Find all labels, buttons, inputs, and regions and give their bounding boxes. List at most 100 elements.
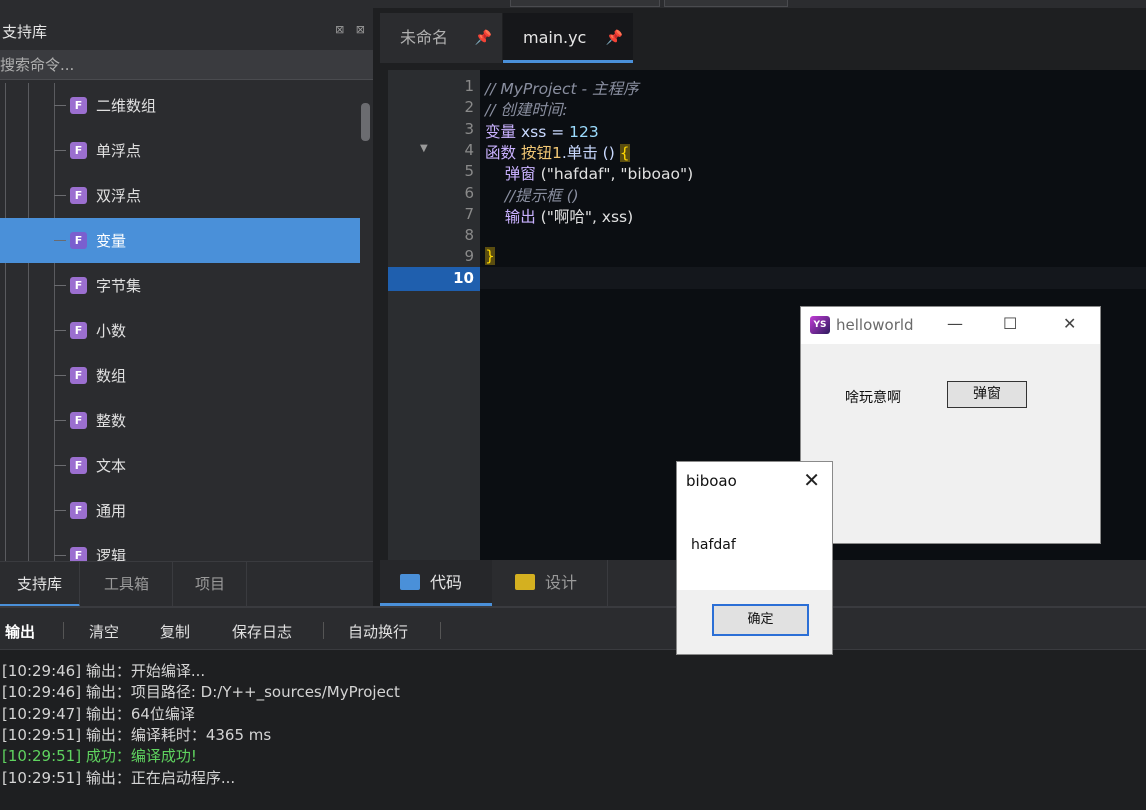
toolbar-separator [63,622,64,639]
library-tree: F 二维数组 F 单浮点 F 双浮点 F 变量 F 字节集 F 小数 F 数组 F 整数 F 文本 F 通用 F 逻辑 [0,83,360,563]
tab-project[interactable]: 项目 [174,562,247,607]
panel-dock-close-icon[interactable]: ⊠ ⊠ [335,23,369,36]
close-icon[interactable]: ✕ [1063,314,1076,333]
code-keyword: 输出 [485,207,536,226]
app-logo-icon: YS [810,316,830,334]
tree-item[interactable]: F 单浮点 [0,128,360,173]
popup-button[interactable]: 弹窗 [947,381,1027,408]
output-toolbar: 输出 清空 复制 保存日志 自动换行 [0,608,1146,650]
toolbar-separator [440,622,441,639]
tree-branch-line [54,555,66,556]
tree-branch-line [54,375,66,376]
helloworld-window: YS helloworld — ☐ ✕ 啥玩意啊 弹窗 [800,306,1101,544]
tree-branch-line [54,420,66,421]
tree-item-label: 二维数组 [96,97,157,115]
tree-branch-line [54,510,66,511]
code-string: ("啊哈", xss) [535,207,634,226]
tab-label: main.yc [523,28,587,47]
tab-main-yc[interactable]: main.yc 📌 [503,13,633,63]
tree-scrollbar[interactable] [361,103,370,141]
panel-header: 支持库 ⊠ ⊠ [0,8,373,50]
design-icon [515,574,535,590]
tree-item[interactable]: F 整数 [0,398,360,443]
maximize-icon[interactable]: ☐ [1003,314,1017,333]
tree-item-label: 小数 [96,322,127,340]
code-comment: //提示框 () [485,186,579,205]
current-line-highlight [480,267,1146,289]
window-titlebar[interactable]: YS helloworld — ☐ ✕ [801,307,1100,344]
code-line: 输出 ("啊哈", xss) [485,205,633,227]
tree-item[interactable]: F 二维数组 [0,83,360,128]
search-input[interactable] [0,50,373,79]
tree-item[interactable]: F 通用 [0,488,360,533]
code-comment: // 创建时间: [485,101,568,120]
log-line: [10:29:51] 输出：正在启动程序... [2,768,236,787]
top-toolbar-strip [0,0,1146,8]
fold-arrow-icon[interactable]: ▼ [420,143,428,154]
save-log-button[interactable]: 保存日志 [232,621,292,642]
function-badge-icon: F [70,412,87,429]
tree-item[interactable]: F 文本 [0,443,360,488]
tab-untitled[interactable]: 未命名 📌 [380,13,502,63]
line-number: 4 [464,140,474,159]
tree-item[interactable]: F 双浮点 [0,173,360,218]
line-number: 5 [464,162,474,181]
code-function-name: 按钮1 [516,143,562,162]
window-label: 啥玩意啊 [845,390,901,406]
tab-code[interactable]: 代码 [380,560,492,606]
code-identifier: xss = [516,122,570,141]
line-number: 2 [464,98,474,117]
function-badge-icon: F [70,142,87,159]
message-box-dialog: biboao ✕ hafdaf 确定 [676,461,833,655]
toolbar-field[interactable] [510,0,660,7]
tree-item[interactable]: F 字节集 [0,263,360,308]
toolbar-field[interactable] [664,0,788,7]
code-string: ("hafdaf", "biboao") [535,165,694,184]
line-number: 8 [464,226,474,245]
code-comment: // MyProject - 主程序 [485,80,639,98]
code-line: // MyProject - 主程序 [485,77,639,99]
function-badge-icon: F [70,457,87,474]
code-line: } [485,247,495,266]
code-identifier: .单击 () [561,143,620,162]
command-search-box [0,50,373,80]
minimize-icon[interactable]: — [947,314,963,333]
tree-item-label: 双浮点 [96,187,142,205]
pin-icon[interactable]: 📌 [606,13,623,63]
tab-design[interactable]: 设计 [493,560,608,606]
panel-title: 支持库 [2,23,48,41]
pin-icon[interactable]: 📌 [475,13,492,63]
output-title: 输出 [5,623,36,641]
clear-button[interactable]: 清空 [89,621,119,642]
ok-button[interactable]: 确定 [712,604,809,636]
code-brace: } [485,247,495,266]
word-wrap-button[interactable]: 自动换行 [348,621,408,642]
code-line: 函数 按钮1.单击 () { [485,141,630,163]
log-line: [10:29:51] 成功：编译成功! [2,747,197,766]
code-icon [400,574,420,590]
code-line: //提示框 () [485,184,579,206]
tree-item[interactable]: F 数组 [0,353,360,398]
function-badge-icon: F [70,322,87,339]
tab-toolbox[interactable]: 工具箱 [81,562,173,607]
tree-item[interactable]: F 逻辑 [0,533,360,563]
output-panel: 输出 清空 复制 保存日志 自动换行 [10:29:46] 输出：开始编译...… [0,606,1146,810]
window-title: helloworld [836,316,914,334]
tree-item[interactable]: F 变量 [0,218,360,263]
tree-branch-line [54,105,66,106]
tree-item[interactable]: F 小数 [0,308,360,353]
log-line: [10:29:47] 输出：64位编译 [2,704,195,723]
function-badge-icon: F [70,367,87,384]
line-number: 3 [464,119,474,138]
close-icon[interactable]: ✕ [803,468,820,492]
tab-label: 代码 [430,573,463,592]
tree-item-label: 整数 [96,412,127,430]
tree-item-label: 字节集 [96,277,142,295]
tab-support-library[interactable]: 支持库 [0,562,80,607]
line-number: 1 [464,77,474,95]
tree-branch-line [54,240,66,241]
code-number: 123 [569,122,599,141]
support-library-panel: 支持库 ⊠ ⊠ F 二维数组 F 单浮点 F 双浮点 F 变量 F 字节集 F 小数 F 数组 F 整数 F 文本… [0,8,373,607]
copy-button[interactable]: 复制 [160,621,190,642]
log-line: [10:29:46] 输出：开始编译... [2,662,206,680]
